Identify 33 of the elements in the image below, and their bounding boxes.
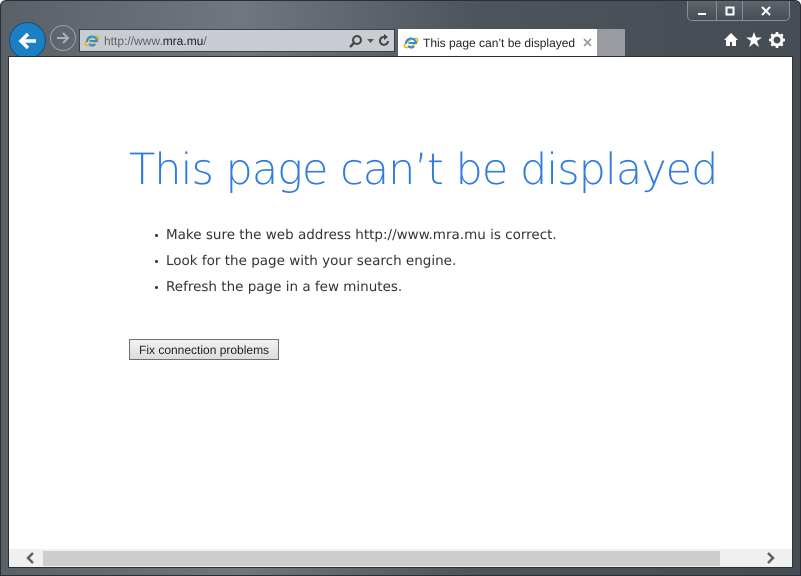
bullet-icon	[155, 286, 158, 288]
bullet-icon	[155, 234, 158, 236]
close-icon	[761, 6, 771, 16]
browser-tab[interactable]: This page can’t be displayed	[398, 29, 597, 56]
star-icon[interactable]	[746, 32, 762, 47]
close-tab-icon[interactable]	[583, 38, 592, 47]
scroll-left-icon[interactable]	[25, 552, 35, 564]
fix-connection-button[interactable]: Fix connection problems	[129, 339, 280, 360]
minimize-icon	[698, 12, 706, 14]
tip-text: Look for the page with your search engine.	[166, 253, 456, 269]
address-field[interactable]: http://www.mra.mu/	[79, 29, 395, 52]
horizontal-scrollbar[interactable]	[9, 549, 792, 567]
browser-logo-icon	[403, 34, 419, 50]
back-arrow-icon	[18, 32, 38, 50]
maximize-button[interactable]	[716, 1, 742, 20]
forward-arrow-icon	[56, 32, 70, 44]
error-heading: This page can’t be displayed	[129, 145, 718, 195]
browser-logo-icon	[84, 32, 100, 48]
scroll-right-icon[interactable]	[766, 552, 776, 564]
settings-icon[interactable]	[769, 32, 785, 48]
maximize-icon	[724, 6, 734, 16]
back-button[interactable]	[9, 22, 46, 59]
search-icon[interactable]	[349, 34, 363, 48]
minimize-button[interactable]	[688, 1, 716, 20]
forward-button[interactable]	[50, 25, 76, 51]
home-icon[interactable]	[723, 32, 739, 47]
bullet-icon	[155, 260, 158, 262]
refresh-icon[interactable]	[378, 34, 390, 47]
tip-text: Refresh the page in a few minutes.	[166, 279, 402, 295]
tip-text: Make sure the web address http://www.mra.mu is correct.	[166, 227, 557, 243]
close-button[interactable]	[742, 1, 789, 20]
scrollbar-thumb[interactable]	[43, 550, 720, 566]
dropdown-caret-icon[interactable]	[367, 38, 374, 42]
